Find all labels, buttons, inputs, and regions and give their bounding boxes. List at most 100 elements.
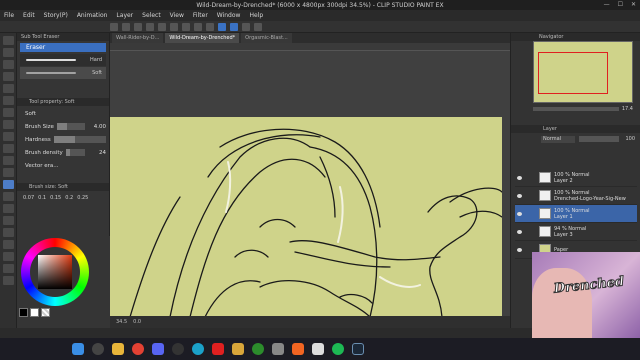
operation-tool-icon[interactable] bbox=[2, 60, 14, 69]
gear-icon[interactable] bbox=[254, 22, 262, 31]
steam-icon[interactable] bbox=[352, 343, 364, 355]
sub-color-swatch[interactable] bbox=[30, 308, 39, 317]
brush-item-soft[interactable]: Soft bbox=[20, 67, 106, 79]
transparent-swatch[interactable] bbox=[41, 308, 50, 317]
selection-tool-icon[interactable] bbox=[2, 84, 14, 93]
menu-window[interactable]: Window bbox=[217, 12, 241, 19]
move-tool-icon[interactable] bbox=[2, 72, 14, 81]
angle-readout[interactable]: 0.0 bbox=[133, 319, 141, 325]
redo-icon[interactable] bbox=[158, 22, 166, 31]
pen-tool-icon[interactable] bbox=[2, 120, 14, 129]
menu-layer[interactable]: Layer bbox=[116, 12, 133, 19]
edge-icon[interactable] bbox=[192, 343, 204, 355]
eye-icon[interactable] bbox=[517, 229, 522, 234]
undo-icon[interactable] bbox=[146, 22, 154, 31]
tab-orgasmic-blast[interactable]: Orgasmic-Blast... bbox=[241, 33, 292, 43]
auto-select-icon[interactable] bbox=[2, 96, 14, 105]
discord-icon[interactable] bbox=[152, 343, 164, 355]
brush-tool-icon[interactable] bbox=[2, 144, 14, 153]
new-file-icon[interactable] bbox=[110, 22, 118, 31]
navigator-view-frame[interactable] bbox=[538, 52, 608, 94]
eraser-group-tab[interactable]: Eraser bbox=[20, 43, 106, 52]
blend-mode-select[interactable]: Normal bbox=[541, 136, 575, 143]
menu-filter[interactable]: Filter bbox=[193, 12, 208, 19]
eraser-tool-icon[interactable] bbox=[2, 180, 14, 189]
folder-icon[interactable] bbox=[232, 343, 244, 355]
youtube-icon[interactable] bbox=[212, 343, 224, 355]
menu-view[interactable]: View bbox=[170, 12, 184, 19]
menu-file[interactable]: File bbox=[4, 12, 14, 19]
minimize-icon[interactable]: — bbox=[604, 1, 610, 8]
balloon-tool-icon[interactable] bbox=[2, 276, 14, 285]
snap-grid-icon[interactable] bbox=[230, 22, 238, 31]
main-color-swatch[interactable] bbox=[19, 308, 28, 317]
menu-animation[interactable]: Animation bbox=[77, 12, 108, 19]
menu-edit[interactable]: Edit bbox=[23, 12, 35, 19]
deselect-icon[interactable] bbox=[206, 22, 214, 31]
start-icon[interactable] bbox=[72, 343, 84, 355]
zoom-tool-icon[interactable] bbox=[2, 36, 14, 45]
layer-row[interactable]: 100 % Normal Layer 1 bbox=[515, 205, 637, 223]
frame-tool-icon[interactable] bbox=[2, 240, 14, 249]
size-preset[interactable]: 0.1 bbox=[38, 195, 46, 201]
maximize-icon[interactable]: ☐ bbox=[618, 1, 623, 8]
gradient-tool-icon[interactable] bbox=[2, 216, 14, 225]
text-tool-icon[interactable] bbox=[2, 264, 14, 273]
brush-size-value[interactable]: 4.00 bbox=[88, 124, 106, 130]
ruler-tool-icon[interactable] bbox=[2, 252, 14, 261]
navigator-zoom-value[interactable]: 17.4 bbox=[622, 106, 633, 112]
close-icon[interactable]: ✕ bbox=[631, 1, 636, 8]
brush-density-value[interactable]: 24 bbox=[88, 150, 106, 156]
zoom-readout[interactable]: 34.5 bbox=[116, 319, 127, 325]
tab-wild-dream[interactable]: Wild-Dream-by-Drenched* bbox=[165, 33, 240, 43]
menu-select[interactable]: Select bbox=[142, 12, 161, 19]
decoration-tool-icon[interactable] bbox=[2, 168, 14, 177]
eye-icon[interactable] bbox=[517, 247, 522, 252]
chrome-icon[interactable] bbox=[132, 343, 144, 355]
eye-icon[interactable] bbox=[517, 175, 522, 180]
transform-icon[interactable] bbox=[182, 22, 190, 31]
save-icon[interactable] bbox=[134, 22, 142, 31]
menu-story[interactable]: Story(P) bbox=[44, 12, 68, 19]
eye-icon[interactable] bbox=[517, 193, 522, 198]
clear-icon[interactable] bbox=[170, 22, 178, 31]
select-all-icon[interactable] bbox=[194, 22, 202, 31]
brush-item-hard[interactable]: Hard bbox=[20, 54, 106, 66]
eye-icon[interactable] bbox=[517, 211, 522, 216]
obs-icon[interactable] bbox=[172, 343, 184, 355]
color-wheel[interactable] bbox=[21, 238, 89, 306]
layer-row[interactable]: 100 % Normal Layer 2 bbox=[515, 169, 637, 187]
saturation-value-square[interactable] bbox=[38, 255, 72, 289]
tab-wall-rider[interactable]: Wall-Rider-by-D... bbox=[112, 33, 164, 43]
spotify-icon[interactable] bbox=[332, 343, 344, 355]
brave-icon[interactable] bbox=[292, 343, 304, 355]
layer-row[interactable]: 100 % Normal Drenched-Logo-Year-Sig-New bbox=[515, 187, 637, 205]
snap-special-ruler-icon[interactable] bbox=[242, 22, 250, 31]
navigator-preview[interactable] bbox=[533, 41, 633, 103]
blend-tool-icon[interactable] bbox=[2, 192, 14, 201]
figure-tool-icon[interactable] bbox=[2, 228, 14, 237]
pencil-tool-icon[interactable] bbox=[2, 132, 14, 141]
navigator-zoom-slider[interactable] bbox=[533, 107, 619, 111]
layer-row[interactable]: 94 % Normal Layer 3 bbox=[515, 223, 637, 241]
xbox-icon[interactable] bbox=[252, 343, 264, 355]
open-icon[interactable] bbox=[122, 22, 130, 31]
size-preset[interactable]: 0.07 bbox=[23, 195, 34, 201]
snap-ruler-icon[interactable] bbox=[218, 22, 226, 31]
hand-tool-icon[interactable] bbox=[2, 48, 14, 57]
size-preset[interactable]: 0.25 bbox=[77, 195, 88, 201]
size-preset[interactable]: 0.2 bbox=[65, 195, 73, 201]
file-explorer-icon[interactable] bbox=[112, 343, 124, 355]
artwork-canvas[interactable] bbox=[110, 117, 502, 317]
airbrush-tool-icon[interactable] bbox=[2, 156, 14, 165]
settings-icon[interactable] bbox=[272, 343, 284, 355]
brush-density-slider[interactable] bbox=[65, 149, 85, 156]
brush-size-slider[interactable] bbox=[56, 123, 85, 130]
search-icon[interactable] bbox=[92, 343, 104, 355]
hardness-slider[interactable] bbox=[53, 136, 106, 143]
clip-studio-icon[interactable] bbox=[312, 343, 324, 355]
opacity-value[interactable]: 100 bbox=[625, 136, 635, 142]
menu-help[interactable]: Help bbox=[249, 12, 263, 19]
size-preset[interactable]: 0.15 bbox=[50, 195, 61, 201]
opacity-slider[interactable] bbox=[579, 136, 619, 142]
